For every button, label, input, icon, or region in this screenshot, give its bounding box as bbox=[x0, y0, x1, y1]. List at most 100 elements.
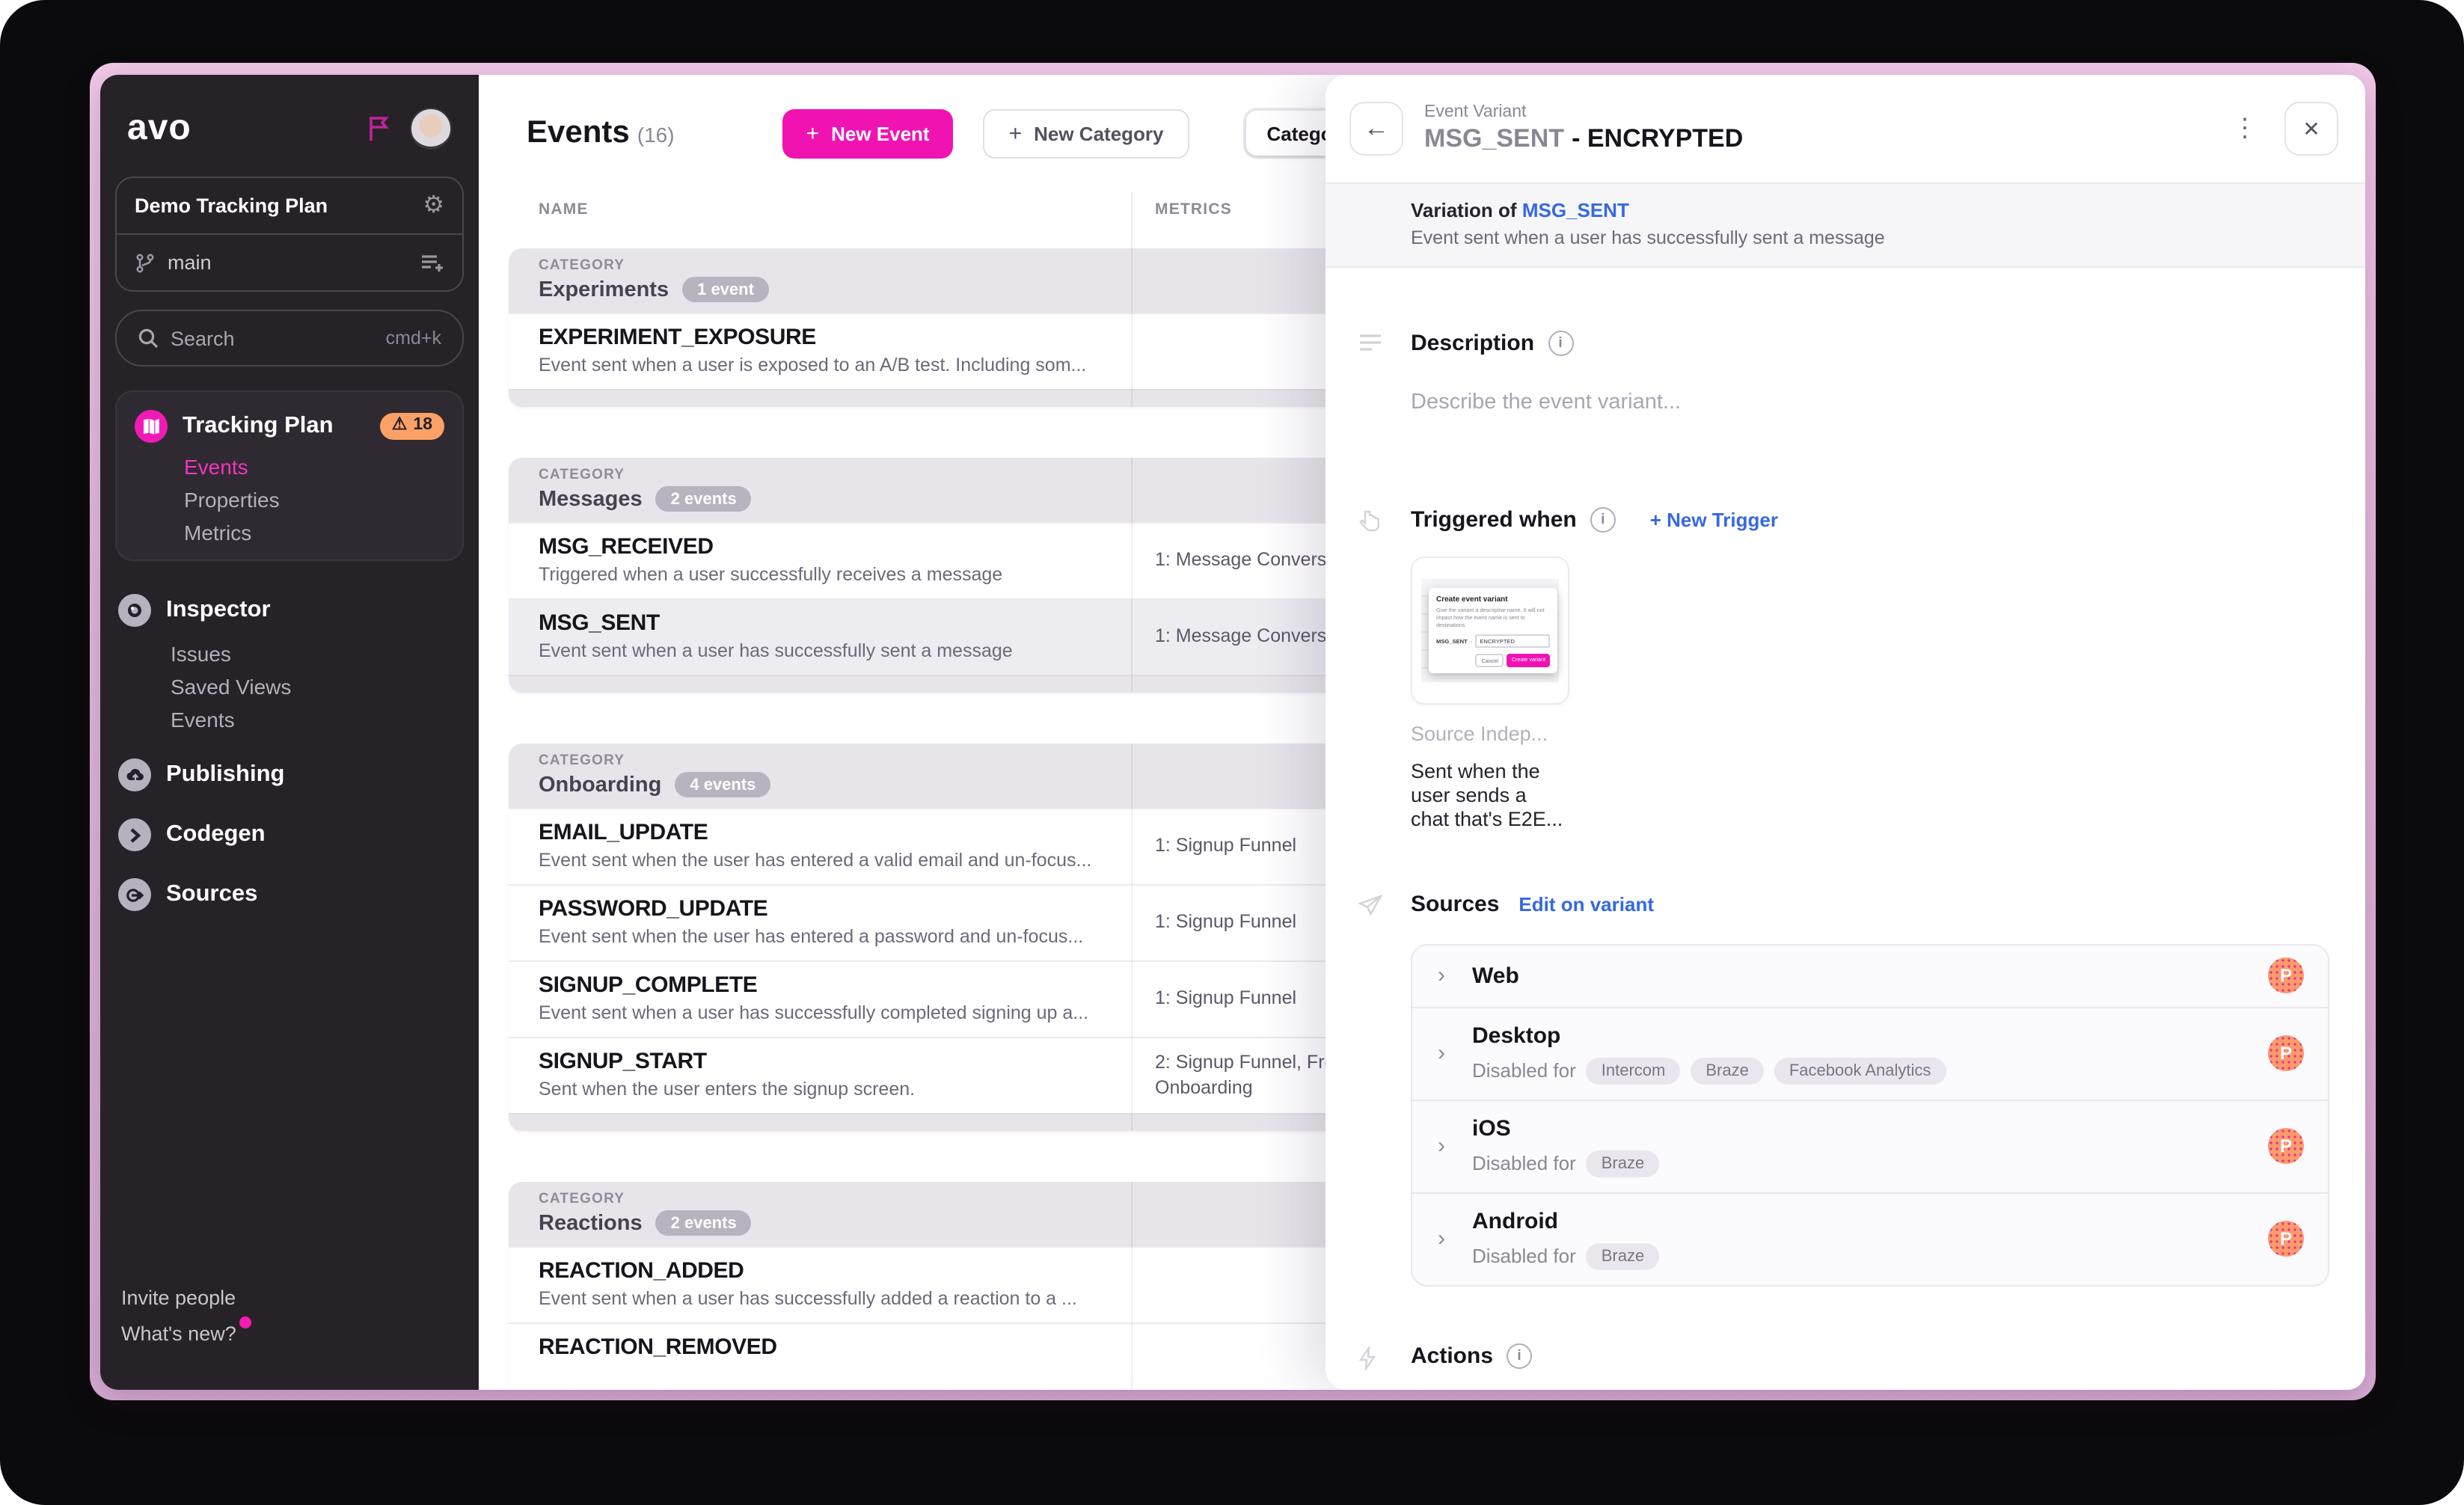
new-category-button[interactable]: + New Category bbox=[983, 108, 1189, 158]
sidebar-item-codegen[interactable]: Codegen bbox=[118, 818, 461, 851]
sidebar-item-saved-views[interactable]: Saved Views bbox=[171, 675, 461, 699]
destination-tag: Braze bbox=[1586, 1150, 1660, 1177]
sidebar-item-inspector-events[interactable]: Events bbox=[171, 708, 461, 732]
sources-label: Sources bbox=[1411, 891, 1500, 917]
trigger-note: Sent when the user sends a chat that's E… bbox=[1411, 760, 1563, 830]
source-status-badge: P bbox=[2268, 1035, 2304, 1072]
warning-icon: ⚠ bbox=[391, 416, 408, 435]
inspector-group: Inspector Issues Saved Views Events bbox=[115, 594, 464, 732]
branch-row[interactable]: main bbox=[117, 233, 462, 290]
branch-name: main bbox=[168, 251, 212, 274]
category-name: Messages bbox=[539, 487, 643, 511]
workspace-row[interactable]: Demo Tracking Plan ⚙ bbox=[117, 178, 462, 233]
warning-badge: ⚠ 18 bbox=[379, 413, 444, 440]
chevron-right-icon[interactable]: › bbox=[1438, 1134, 1445, 1159]
description-label: Description bbox=[1411, 331, 1535, 356]
search-input[interactable]: Search cmd+k bbox=[115, 310, 464, 367]
new-branch-icon[interactable] bbox=[420, 252, 444, 273]
chevron-right-icon[interactable]: › bbox=[1438, 1227, 1445, 1252]
sidebar-item-metrics[interactable]: Metrics bbox=[184, 521, 444, 545]
pointer-icon bbox=[1358, 510, 1381, 534]
category-badge: 1 event bbox=[682, 277, 769, 302]
trigger-label: Triggered when bbox=[1411, 507, 1577, 533]
branch-icon bbox=[135, 252, 156, 273]
paper-plane-icon bbox=[1358, 894, 1382, 917]
tracking-plan-card: Tracking Plan ⚠ 18 Events Properties Met… bbox=[115, 390, 464, 561]
kebab-menu-icon[interactable]: ⋮ bbox=[2226, 114, 2264, 144]
source-status-badge: P bbox=[2268, 957, 2304, 994]
workspace-name: Demo Tracking Plan bbox=[135, 194, 328, 217]
category-badge: 2 events bbox=[655, 1210, 752, 1236]
info-icon: i bbox=[1590, 507, 1616, 533]
drawer-kind: Event Variant bbox=[1424, 103, 1527, 121]
app-window: avo Demo Tracking Plan ⚙ main Search cmd… bbox=[100, 75, 2365, 1390]
avatar[interactable] bbox=[410, 108, 452, 150]
events-count: (16) bbox=[637, 123, 675, 147]
sidebar-item-issues[interactable]: Issues bbox=[171, 642, 461, 666]
screenshot-stage: avo Demo Tracking Plan ⚙ main Search cmd… bbox=[0, 0, 2464, 1505]
description-section: Description i Describe the event variant… bbox=[1326, 331, 2329, 414]
codegen-label: Codegen bbox=[166, 821, 266, 847]
sidebar-item-tracking-plan[interactable]: Tracking Plan ⚠ 18 bbox=[135, 410, 444, 443]
publishing-icon bbox=[118, 758, 151, 791]
variation-link[interactable]: MSG_SENT bbox=[1522, 199, 1629, 221]
source-row-android[interactable]: › Android Disabled for Braze P bbox=[1412, 1192, 2328, 1285]
category-badge: 4 events bbox=[675, 772, 771, 797]
publishing-label: Publishing bbox=[166, 761, 285, 787]
notification-dot bbox=[239, 1317, 251, 1328]
window-frame: avo Demo Tracking Plan ⚙ main Search cmd… bbox=[90, 63, 2376, 1400]
whats-new-link[interactable]: What's new? bbox=[121, 1317, 251, 1345]
lightning-icon bbox=[1358, 1346, 1376, 1370]
category-name: Experiments bbox=[539, 278, 669, 301]
info-icon: i bbox=[1548, 331, 1574, 356]
chevron-right-icon[interactable]: › bbox=[1438, 1041, 1445, 1067]
column-name: NAME bbox=[539, 200, 589, 218]
workspace-box: Demo Tracking Plan ⚙ main bbox=[115, 177, 464, 292]
main-area: Events (16) + New Event + New Category Ca… bbox=[479, 75, 2365, 1390]
drawer-title: MSG_SENT - ENCRYPTED bbox=[1424, 124, 1744, 153]
gear-icon[interactable]: ⚙ bbox=[423, 193, 444, 218]
sidebar: avo Demo Tracking Plan ⚙ main Search cmd… bbox=[100, 75, 479, 1390]
description-input[interactable]: Describe the event variant... bbox=[1411, 390, 2329, 414]
drawer-body: Description i Describe the event variant… bbox=[1326, 268, 2365, 1390]
new-trigger-link[interactable]: + New Trigger bbox=[1650, 509, 1778, 531]
sources-card: › Web P › Desktop Disabled for Intercom … bbox=[1411, 943, 2329, 1287]
trigger-thumbnail[interactable]: Create event variant Give the variant a … bbox=[1411, 557, 1569, 705]
back-button[interactable]: ← bbox=[1349, 102, 1403, 156]
chevron-right-icon[interactable]: › bbox=[1438, 963, 1445, 989]
actions-section: Actions i ↪ Log Event i bbox=[1326, 1343, 2329, 1390]
destination-tag: Intercom bbox=[1586, 1057, 1681, 1085]
info-icon: i bbox=[1507, 1343, 1533, 1369]
sidebar-item-inspector[interactable]: Inspector bbox=[118, 594, 461, 627]
new-event-button[interactable]: + New Event bbox=[782, 108, 954, 158]
edit-on-variant-link[interactable]: Edit on variant bbox=[1518, 893, 1654, 916]
actions-label: Actions bbox=[1411, 1343, 1494, 1369]
avo-logo: avo bbox=[127, 108, 191, 148]
sidebar-item-events[interactable]: Events bbox=[184, 455, 444, 479]
search-icon bbox=[138, 328, 159, 349]
source-status-badge: P bbox=[2268, 1128, 2304, 1165]
category-name: Onboarding bbox=[539, 773, 662, 797]
flag-icon[interactable] bbox=[368, 115, 392, 142]
source-row-ios[interactable]: › iOS Disabled for Braze P bbox=[1412, 1099, 2328, 1192]
plus-icon: + bbox=[1008, 120, 1023, 146]
destination-tag: Facebook Analytics bbox=[1774, 1057, 1946, 1085]
sidebar-footer: Invite people What's new? bbox=[115, 1287, 464, 1390]
tracking-plan-icon bbox=[135, 410, 168, 443]
drawer-header: ← Event Variant MSG_SENT - ENCRYPTED ⋮ ✕ bbox=[1326, 75, 2365, 183]
invite-people-link[interactable]: Invite people bbox=[121, 1287, 236, 1309]
plus-icon: + bbox=[806, 120, 820, 146]
source-status-badge: P bbox=[2268, 1221, 2304, 1257]
trigger-source-caption: Source Indep... bbox=[1411, 723, 1548, 745]
warning-count: 18 bbox=[413, 416, 432, 435]
source-row-desktop[interactable]: › Desktop Disabled for Intercom Braze Fa… bbox=[1412, 1006, 2328, 1100]
thumbnail-modal: Create event variant Give the variant a … bbox=[1429, 588, 1557, 674]
close-button[interactable]: ✕ bbox=[2284, 102, 2338, 156]
page-title: Events (16) bbox=[527, 115, 675, 150]
sidebar-item-properties[interactable]: Properties bbox=[184, 488, 444, 512]
sidebar-item-publishing[interactable]: Publishing bbox=[118, 758, 461, 791]
column-metrics: METRICS bbox=[1155, 200, 1232, 218]
source-row-web[interactable]: › Web P bbox=[1412, 945, 2328, 1007]
sidebar-item-sources[interactable]: Sources bbox=[118, 878, 461, 911]
category-badge: 2 events bbox=[655, 486, 752, 512]
